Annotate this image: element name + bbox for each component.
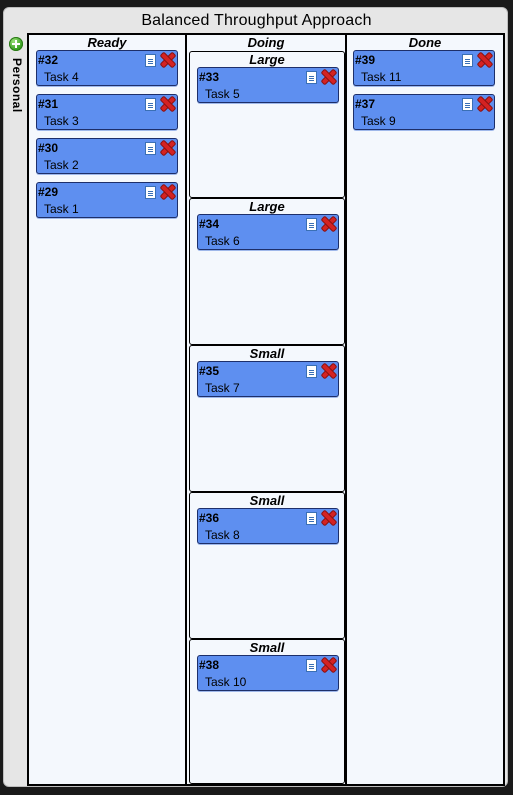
doing-cell: Large #33 Task 5 <box>189 51 345 198</box>
column-header: Done <box>408 35 442 50</box>
card-title: Task 11 <box>361 70 402 84</box>
column-doing: Doing Large #33 Task 5 Large #34 Task 6 <box>187 35 347 784</box>
card-title: Task 5 <box>205 87 240 101</box>
swimlane-header: Personal <box>8 36 26 776</box>
document-icon[interactable] <box>462 54 473 67</box>
card-number: #30 <box>38 141 59 155</box>
card-title: Task 3 <box>44 114 79 128</box>
kanban-board: Ready #32 Task 4 #31 Task 3 #30 Task 2 #… <box>27 33 505 786</box>
delete-x-icon[interactable] <box>160 140 176 156</box>
card-title: Task 1 <box>44 202 79 216</box>
card-number: #38 <box>199 658 220 672</box>
card-title: Task 6 <box>205 234 240 248</box>
card-number: #39 <box>355 53 376 67</box>
card-number: #37 <box>355 97 376 111</box>
delete-x-icon[interactable] <box>321 510 337 526</box>
cell-label: Small <box>249 346 285 361</box>
cell-label: Large <box>249 52 285 67</box>
card-number: #36 <box>199 511 220 525</box>
column-done: Done #39 Task 11 #37 Task 9 <box>347 35 503 784</box>
document-icon[interactable] <box>462 98 473 111</box>
document-icon[interactable] <box>306 71 317 84</box>
task-card[interactable]: #31 Task 3 <box>36 94 178 130</box>
card-number: #31 <box>38 97 59 111</box>
column-header: Doing <box>247 35 285 50</box>
card-number: #34 <box>199 217 220 231</box>
card-number: #35 <box>199 364 220 378</box>
column-ready: Ready #32 Task 4 #31 Task 3 #30 Task 2 #… <box>29 35 187 784</box>
document-icon[interactable] <box>306 218 317 231</box>
task-card[interactable]: #36 Task 8 <box>197 508 339 544</box>
task-card[interactable]: #38 Task 10 <box>197 655 339 691</box>
delete-x-icon[interactable] <box>321 69 337 85</box>
card-number: #33 <box>199 70 220 84</box>
delete-x-icon[interactable] <box>321 363 337 379</box>
doing-cell: Large #34 Task 6 <box>189 198 345 345</box>
document-icon[interactable] <box>145 186 156 199</box>
task-card[interactable]: #34 Task 6 <box>197 214 339 250</box>
card-number: #32 <box>38 53 59 67</box>
delete-x-icon[interactable] <box>321 657 337 673</box>
card-title: Task 9 <box>361 114 396 128</box>
delete-x-icon[interactable] <box>477 52 493 68</box>
task-card[interactable]: #33 Task 5 <box>197 67 339 103</box>
document-icon[interactable] <box>145 142 156 155</box>
doing-cell: Small #36 Task 8 <box>189 492 345 639</box>
column-header: Ready <box>87 35 127 50</box>
delete-x-icon[interactable] <box>160 52 176 68</box>
task-card[interactable]: #29 Task 1 <box>36 182 178 218</box>
doing-cell: Small #35 Task 7 <box>189 345 345 492</box>
card-title: Task 8 <box>205 528 240 542</box>
delete-x-icon[interactable] <box>321 216 337 232</box>
card-title: Task 2 <box>44 158 79 172</box>
plus-circle-icon[interactable] <box>9 37 23 51</box>
board-title: Balanced Throughput Approach <box>141 12 372 29</box>
task-card[interactable]: #37 Task 9 <box>353 94 495 130</box>
cell-label: Small <box>249 640 285 655</box>
cell-label: Small <box>249 493 285 508</box>
document-icon[interactable] <box>306 512 317 525</box>
doing-cell: Small #38 Task 10 <box>189 639 345 784</box>
delete-x-icon[interactable] <box>160 96 176 112</box>
task-card[interactable]: #35 Task 7 <box>197 361 339 397</box>
delete-x-icon[interactable] <box>160 184 176 200</box>
card-title: Task 4 <box>44 70 79 84</box>
cell-label: Large <box>249 199 285 214</box>
board-frame: Balanced Throughput Approach Personal Re… <box>3 7 508 787</box>
card-title: Task 7 <box>205 381 240 395</box>
delete-x-icon[interactable] <box>477 96 493 112</box>
document-icon[interactable] <box>306 365 317 378</box>
task-card[interactable]: #32 Task 4 <box>36 50 178 86</box>
card-title: Task 10 <box>205 675 247 689</box>
swimlane-label: Personal <box>10 58 24 113</box>
task-card[interactable]: #30 Task 2 <box>36 138 178 174</box>
card-number: #29 <box>38 185 59 199</box>
document-icon[interactable] <box>145 98 156 111</box>
document-icon[interactable] <box>145 54 156 67</box>
task-card[interactable]: #39 Task 11 <box>353 50 495 86</box>
document-icon[interactable] <box>306 659 317 672</box>
